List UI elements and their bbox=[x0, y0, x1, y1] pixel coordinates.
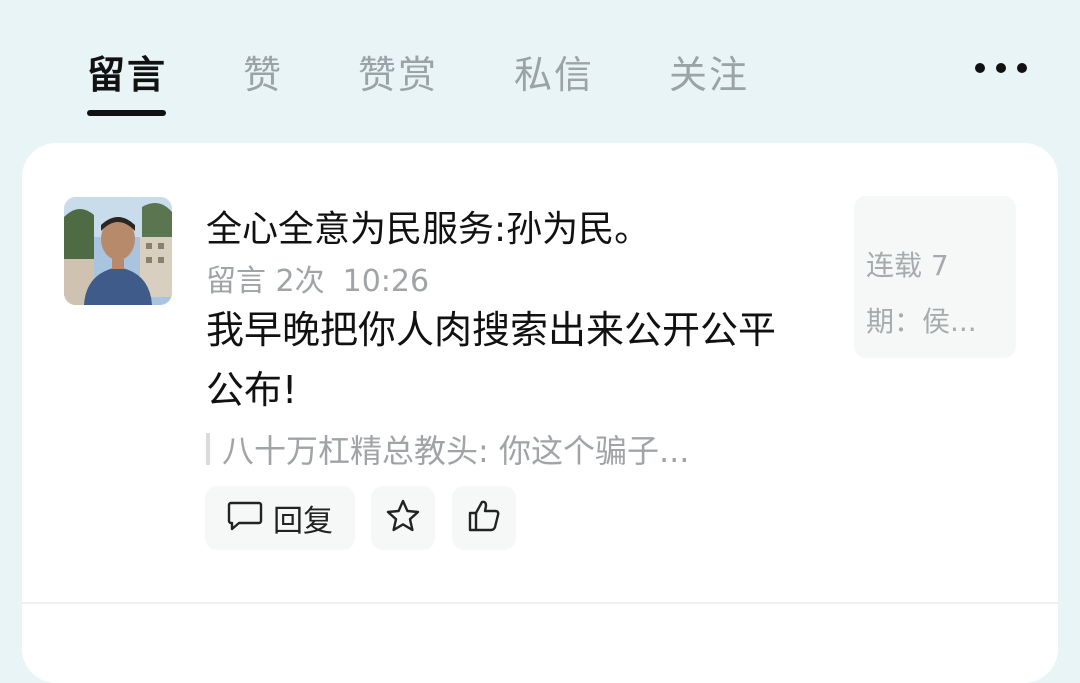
active-tab-indicator bbox=[87, 110, 166, 116]
tab-likes[interactable]: 赞 bbox=[243, 44, 283, 99]
tab-bar: 留言 赞 赞赏 私信 关注 bbox=[0, 0, 1080, 140]
star-button[interactable] bbox=[371, 486, 435, 550]
comment-content: 我早晚把你人肉搜索出来公开公平公布! bbox=[206, 308, 777, 412]
tab-rewards[interactable]: 赞赏 bbox=[358, 44, 438, 99]
quoted-reply[interactable]: 八十万杠精总教头: 你这个骗子... bbox=[206, 426, 689, 472]
quote-bar bbox=[206, 433, 210, 465]
article-preview-line-2: 期：侯... bbox=[866, 305, 977, 338]
divider bbox=[22, 602, 1058, 604]
comment-count: 留言 2次 bbox=[206, 264, 325, 299]
avatar[interactable] bbox=[64, 197, 172, 305]
comment-meta: 留言 2次 10:26 bbox=[206, 256, 429, 300]
tab-comments[interactable]: 留言 bbox=[87, 44, 167, 99]
tab-messages[interactable]: 私信 bbox=[514, 44, 594, 99]
more-icon[interactable] bbox=[975, 58, 1027, 78]
comment-bubble-icon bbox=[227, 500, 263, 536]
like-button[interactable] bbox=[452, 486, 516, 550]
star-icon bbox=[385, 498, 421, 538]
reply-button[interactable]: 回复 bbox=[205, 486, 355, 550]
article-preview-line-1: 连载 7 bbox=[866, 249, 949, 282]
comment-time: 10:26 bbox=[342, 264, 430, 299]
article-preview[interactable]: 连载 7 期：侯... bbox=[854, 196, 1016, 358]
comment-author[interactable]: 全心全意为民服务:孙为民。 bbox=[206, 200, 650, 252]
thumbs-up-icon bbox=[466, 498, 502, 538]
quoted-reply-text: 八十万杠精总教头: 你这个骗子... bbox=[222, 432, 690, 470]
reply-button-label: 回复 bbox=[273, 504, 333, 539]
tab-follows[interactable]: 关注 bbox=[669, 44, 749, 99]
